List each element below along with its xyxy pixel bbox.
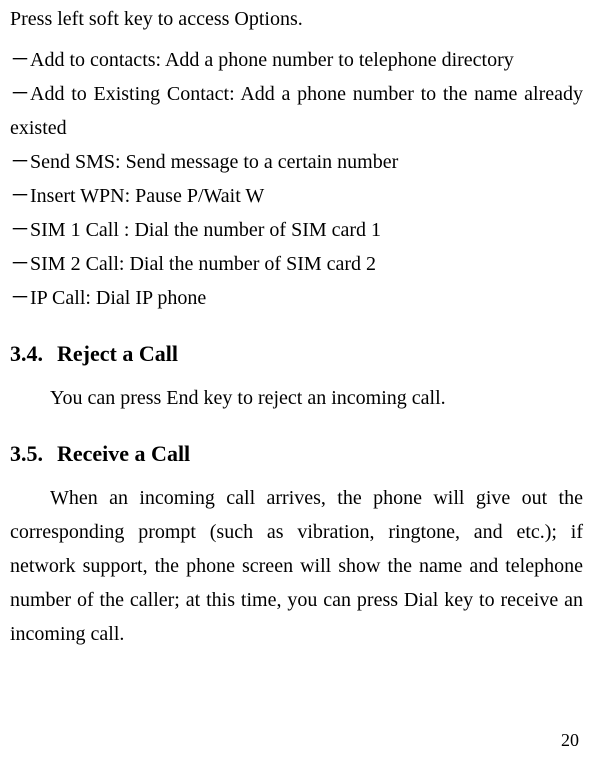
- dash: －: [10, 185, 30, 207]
- option-item: －IP Call: Dial IP phone: [10, 281, 583, 315]
- option-text: SIM 1 Call : Dial the number of SIM card…: [30, 219, 381, 241]
- option-item: －SIM 1 Call : Dial the number of SIM car…: [10, 213, 583, 247]
- dash: －: [10, 151, 30, 173]
- section-body-reject: You can press End key to reject an incom…: [10, 381, 583, 415]
- section-number: 3.4.: [10, 341, 43, 366]
- option-text: IP Call: Dial IP phone: [30, 287, 206, 309]
- section-number: 3.5.: [10, 441, 43, 466]
- dash: －: [10, 219, 30, 241]
- option-item: －Send SMS: Send message to a certain num…: [10, 145, 583, 179]
- option-item: －Add to contacts: Add a phone number to …: [10, 43, 583, 77]
- dash: －: [10, 287, 30, 309]
- options-list: －Add to contacts: Add a phone number to …: [10, 43, 583, 315]
- option-text: Send SMS: Send message to a certain numb…: [30, 151, 398, 173]
- section-title: Reject a Call: [57, 341, 178, 366]
- dash: －: [10, 253, 30, 275]
- section-heading-reject: 3.4. Reject a Call: [10, 341, 583, 367]
- option-item: －Insert WPN: Pause P/Wait W: [10, 179, 583, 213]
- option-item: －Add to Existing Contact: Add a phone nu…: [10, 77, 583, 145]
- section-title: Receive a Call: [57, 441, 190, 466]
- option-text: Insert WPN: Pause P/Wait W: [30, 185, 264, 207]
- dash: －: [10, 83, 30, 105]
- page-number: 20: [561, 730, 579, 751]
- section-heading-receive: 3.5. Receive a Call: [10, 441, 583, 467]
- option-text: SIM 2 Call: Dial the number of SIM card …: [30, 253, 376, 275]
- option-text: Add to contacts: Add a phone number to t…: [30, 49, 514, 71]
- section-body-receive: When an incoming call arrives, the phone…: [10, 481, 583, 651]
- option-text: Add to Existing Contact: Add a phone num…: [10, 83, 583, 139]
- option-item: －SIM 2 Call: Dial the number of SIM card…: [10, 247, 583, 281]
- dash: －: [10, 49, 30, 71]
- intro-text: Press left soft key to access Options.: [10, 8, 583, 31]
